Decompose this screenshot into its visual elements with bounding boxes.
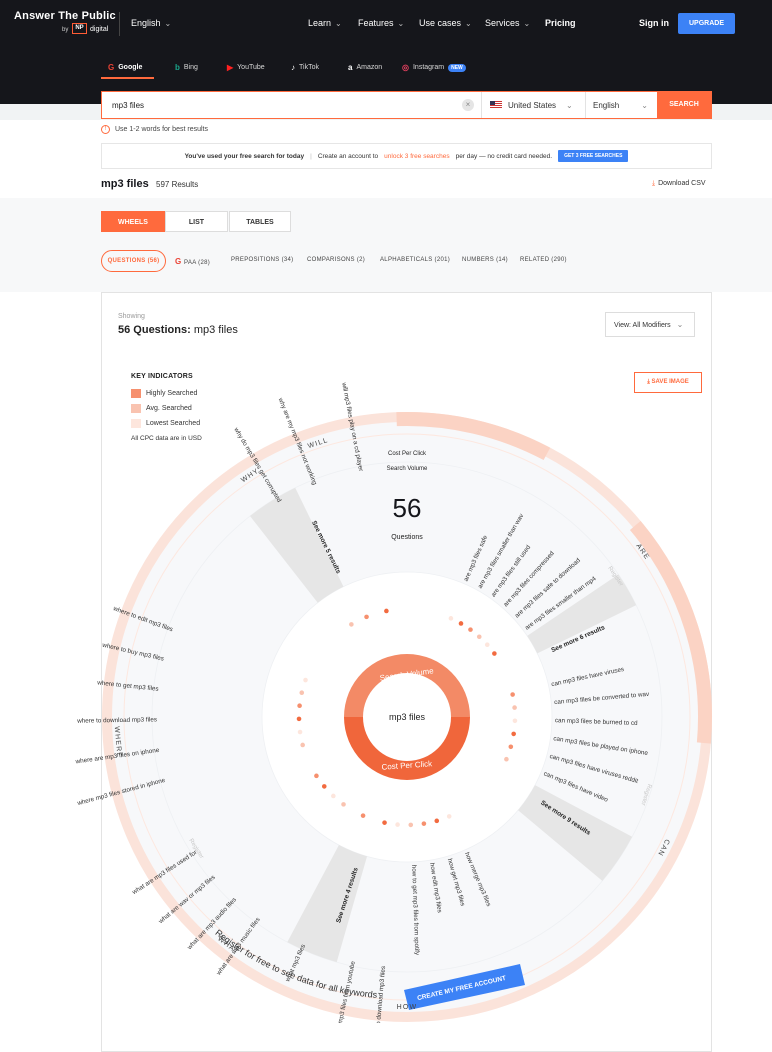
- volume-dot: [421, 821, 427, 826]
- volume-dot: [492, 651, 497, 656]
- volume-dot: [511, 731, 516, 737]
- volume-dot: [300, 742, 305, 748]
- questions-total: 56: [393, 493, 422, 523]
- volume-dot: [364, 614, 369, 620]
- legend-cpc: Cost Per Click: [388, 451, 427, 457]
- volume-dot: [303, 677, 308, 683]
- volume-dot: [382, 820, 387, 825]
- volume-dot: [395, 822, 400, 827]
- volume-dot: [448, 616, 454, 621]
- questions-total-label: Questions: [391, 534, 423, 541]
- center-term: mp3 files: [389, 712, 426, 722]
- legend-volume: Search Volume: [387, 466, 428, 472]
- volume-dot: [297, 703, 302, 709]
- volume-dot: [512, 718, 518, 724]
- volume-dot: [384, 608, 389, 614]
- volume-dot: [508, 744, 514, 750]
- volume-dot: [314, 773, 319, 779]
- volume-dot: [510, 692, 515, 697]
- volume-dot: [349, 622, 354, 627]
- volume-dot: [297, 729, 303, 735]
- volume-dot: [299, 690, 305, 696]
- volume-dot: [458, 621, 464, 626]
- volume-dot: [341, 802, 346, 807]
- volume-dot: [321, 784, 327, 789]
- volume-dot: [296, 716, 302, 722]
- volume-dot: [331, 793, 336, 799]
- volume-dot: [512, 705, 517, 710]
- question-wheel: mp3 files Search Volume Cost Per Click C…: [74, 381, 712, 1023]
- volume-dot: [360, 813, 366, 818]
- volume-dot: [468, 627, 473, 632]
- question-item[interactable]: where to download mp3 files: [76, 716, 157, 724]
- volume-dot: [446, 814, 452, 819]
- volume-dot: [476, 634, 482, 640]
- volume-dot: [484, 642, 490, 648]
- volume-dot: [434, 818, 440, 824]
- category-label: HOW: [397, 1004, 418, 1011]
- volume-dot: [504, 756, 509, 762]
- volume-dot: [408, 822, 414, 828]
